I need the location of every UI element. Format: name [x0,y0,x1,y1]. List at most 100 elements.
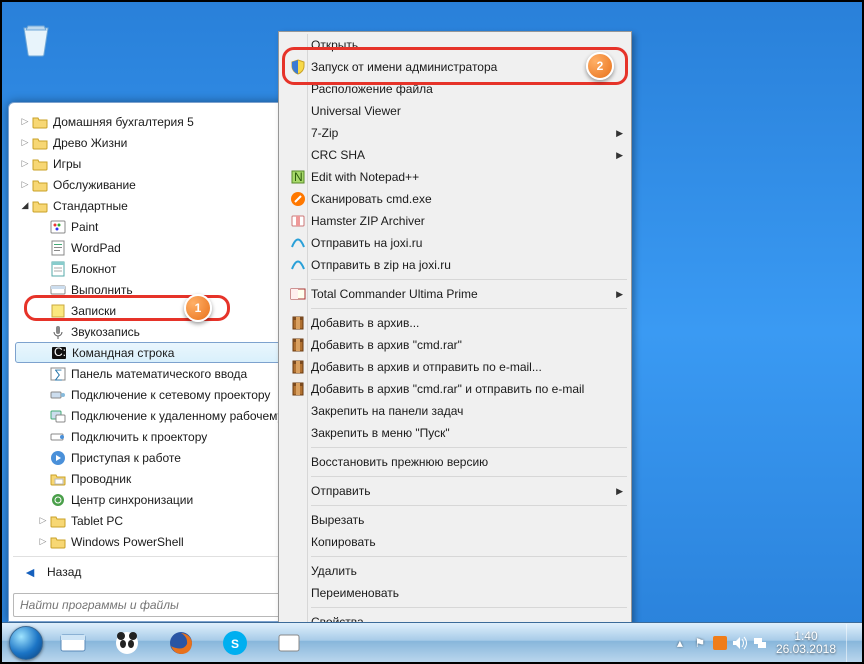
context-menu-label: Добавить в архив "cmd.rar" и отправить п… [311,382,607,396]
context-menu-label: CRC SHA [311,148,607,162]
menu-item-label: Подключение к сетевому проектору [71,388,270,402]
folder-icon [31,176,49,194]
context-menu-item[interactable]: Сканировать cmd.exe [281,188,629,210]
tray-flag-icon[interactable]: ⚑ [691,633,709,653]
context-menu-item[interactable]: Отправить на joxi.ru [281,232,629,254]
menu-item-label: Командная строка [72,346,174,360]
taskbar-app-5[interactable] [263,626,315,660]
notepad-icon [49,260,67,278]
taskbar-clock[interactable]: 1:40 26.03.2018 [770,630,842,656]
context-menu-label: Edit with Notepad++ [311,170,607,184]
context-menu-item[interactable]: Открыть [281,34,629,56]
folder-icon [31,155,49,173]
chevron-right-icon: ▷ [19,116,31,127]
context-menu-item[interactable]: Удалить [281,560,629,582]
menu-item-label: Проводник [71,472,131,486]
menu-item-label: Выполнить [71,283,133,297]
context-menu-item[interactable]: Отправить в zip на joxi.ru [281,254,629,276]
recycle-bin-icon[interactable] [16,18,56,58]
context-menu-item[interactable]: Расположение файла [281,78,629,100]
submenu-arrow-icon: ▶ [616,128,623,139]
avast-icon [285,191,311,207]
joxi-icon [285,257,311,273]
menu-item-label: Обслуживание [53,178,136,192]
context-menu-item[interactable]: Добавить в архив... [281,312,629,334]
context-menu-label: Сканировать cmd.exe [311,192,607,206]
menu-item-label: Домашняя бухгалтерия 5 [53,115,194,129]
getstarted-icon [49,449,67,467]
context-menu-label: Копировать [311,535,607,549]
taskbar-app-panda[interactable] [101,626,153,660]
tray-volume-icon[interactable] [731,633,749,653]
menu-item-label: Центр синхронизации [71,493,193,507]
show-desktop-button[interactable] [846,624,858,662]
context-menu-label: Добавить в архив и отправить по e-mail..… [311,360,607,374]
callout-badge-2: 2 [586,52,614,80]
context-menu-label: Отправить на joxi.ru [311,236,607,250]
context-menu-separator [311,308,627,309]
menu-item-label: Блокнот [71,262,116,276]
context-menu-separator [311,447,627,448]
tray-chevron-up-icon[interactable]: ▴ [671,633,689,653]
start-button[interactable] [6,623,46,663]
context-menu-label: 7-Zip [311,126,607,140]
submenu-arrow-icon: ▶ [616,150,623,161]
menu-item-label: Игры [53,157,81,171]
context-menu-label: Удалить [311,564,607,578]
context-menu-separator [311,505,627,506]
context-menu-label: Добавить в архив "cmd.rar" [311,338,607,352]
context-menu-item[interactable]: Вырезать [281,509,629,531]
taskbar-app-skype[interactable]: S [209,626,261,660]
context-menu-item[interactable]: Копировать [281,531,629,553]
context-menu-item[interactable]: Отправить▶ [281,480,629,502]
context-menu-label: Закрепить на панели задач [311,404,607,418]
context-menu-item[interactable]: Запуск от имени администратора [281,56,629,78]
context-menu-label: Отправить в zip на joxi.ru [311,258,607,272]
system-tray: ▴ ⚑ 1:40 26.03.2018 [670,623,862,662]
context-menu-label: Переименовать [311,586,607,600]
context-menu-item[interactable]: Восстановить прежнюю версию [281,451,629,473]
sticky-icon [49,302,67,320]
run-icon [49,281,67,299]
folder-icon [31,197,49,215]
callout-badge-1: 1 [184,294,212,322]
context-menu-item[interactable]: CRC SHA ▶ [281,144,629,166]
context-menu-label: Закрепить в меню "Пуск" [311,426,607,440]
wordpad-icon [49,239,67,257]
explorer-icon [49,470,67,488]
joxi-icon [285,235,311,251]
context-menu-item[interactable]: Universal Viewer [281,100,629,122]
chevron-down-icon: ◢ [19,200,31,211]
context-menu-label: Вырезать [311,513,607,527]
context-menu-item[interactable]: NEdit with Notepad++ [281,166,629,188]
context-menu: ОткрытьЗапуск от имени администратораРас… [278,31,632,636]
folder-icon [31,134,49,152]
menu-item-label: Tablet PC [71,514,123,528]
context-menu-item[interactable]: Переименовать [281,582,629,604]
paint-icon [49,218,67,236]
context-menu-item[interactable]: Добавить в архив "cmd.rar" [281,334,629,356]
folder-icon [31,113,49,131]
chevron-right-icon: ▷ [37,515,49,526]
taskbar-app-firefox[interactable] [155,626,207,660]
context-menu-item[interactable]: Закрепить в меню "Пуск" [281,422,629,444]
shield-icon [285,59,311,75]
context-menu-item[interactable]: Total Commander Ultima Prime▶ [281,283,629,305]
context-menu-separator [311,607,627,608]
context-menu-label: Восстановить прежнюю версию [311,455,607,469]
context-menu-separator [311,556,627,557]
context-menu-item[interactable]: Добавить в архив "cmd.rar" и отправить п… [281,378,629,400]
svg-text:S: S [231,637,239,651]
tray-network-icon[interactable] [751,633,769,653]
context-menu-item[interactable]: Добавить в архив и отправить по e-mail..… [281,356,629,378]
context-menu-label: Hamster ZIP Archiver [311,214,607,228]
context-menu-item[interactable]: 7-Zip ▶ [281,122,629,144]
back-arrow-icon: ◄ [19,561,41,583]
context-menu-item[interactable]: Hamster ZIP Archiver [281,210,629,232]
context-menu-label: Отправить [311,484,607,498]
context-menu-separator [311,279,627,280]
tray-app-icon[interactable] [711,633,729,653]
rdp-icon [49,407,67,425]
taskbar-app-1[interactable] [47,626,99,660]
context-menu-item[interactable]: Закрепить на панели задач [281,400,629,422]
